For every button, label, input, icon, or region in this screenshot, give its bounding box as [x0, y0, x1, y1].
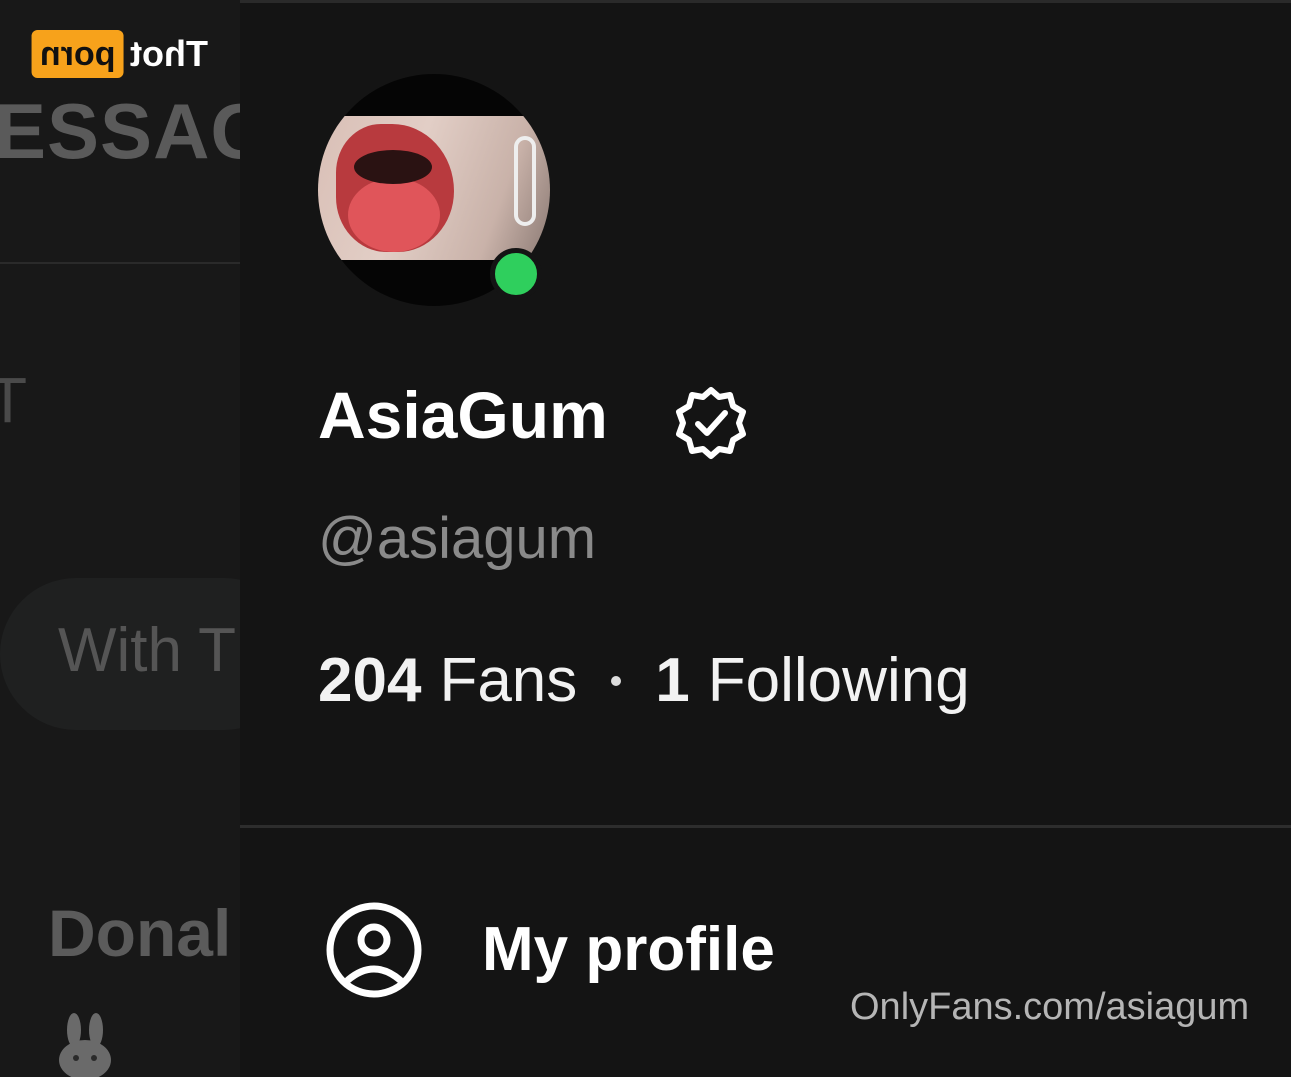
- chat-contact-name[interactable]: Donal: [48, 900, 231, 966]
- fans-count: 204: [318, 646, 422, 715]
- display-name[interactable]: AsiaGum: [318, 382, 608, 448]
- divider: [0, 262, 240, 264]
- menu-item-label: My profile: [482, 915, 775, 984]
- fans-label[interactable]: Fans: [439, 650, 577, 712]
- verified-badge-icon: [676, 387, 746, 459]
- source-watermark: OnlyFans.com/asiagum: [850, 986, 1250, 1028]
- site-logo: porn Thot: [32, 28, 208, 80]
- logo-badge: porn: [32, 30, 124, 78]
- online-status-indicator: [490, 248, 542, 300]
- following-label[interactable]: Following: [708, 650, 970, 712]
- avatar-photo: [318, 116, 550, 260]
- user-circle-icon: [326, 902, 422, 998]
- username-handle: @asiagum: [318, 506, 597, 571]
- rabbit-icon: [59, 1013, 111, 1077]
- separator-dot: [611, 676, 622, 686]
- page-title: ESSAG: [0, 87, 240, 175]
- background-messages-page: ESSAG T With T Donal: [0, 0, 240, 1077]
- menu-item-my-profile[interactable]: My profile: [300, 880, 900, 1020]
- tab-label[interactable]: T: [0, 368, 27, 432]
- menu-divider: [240, 825, 1291, 828]
- logo-text: Thot: [129, 33, 208, 74]
- following-count: 1: [655, 646, 690, 715]
- filter-pill-label: With T: [58, 616, 236, 685]
- profile-stats: 204 Fans 1 Following: [318, 650, 970, 712]
- screen: ESSAG T With T Donal porn Thot AsiaGum: [0, 0, 1291, 1077]
